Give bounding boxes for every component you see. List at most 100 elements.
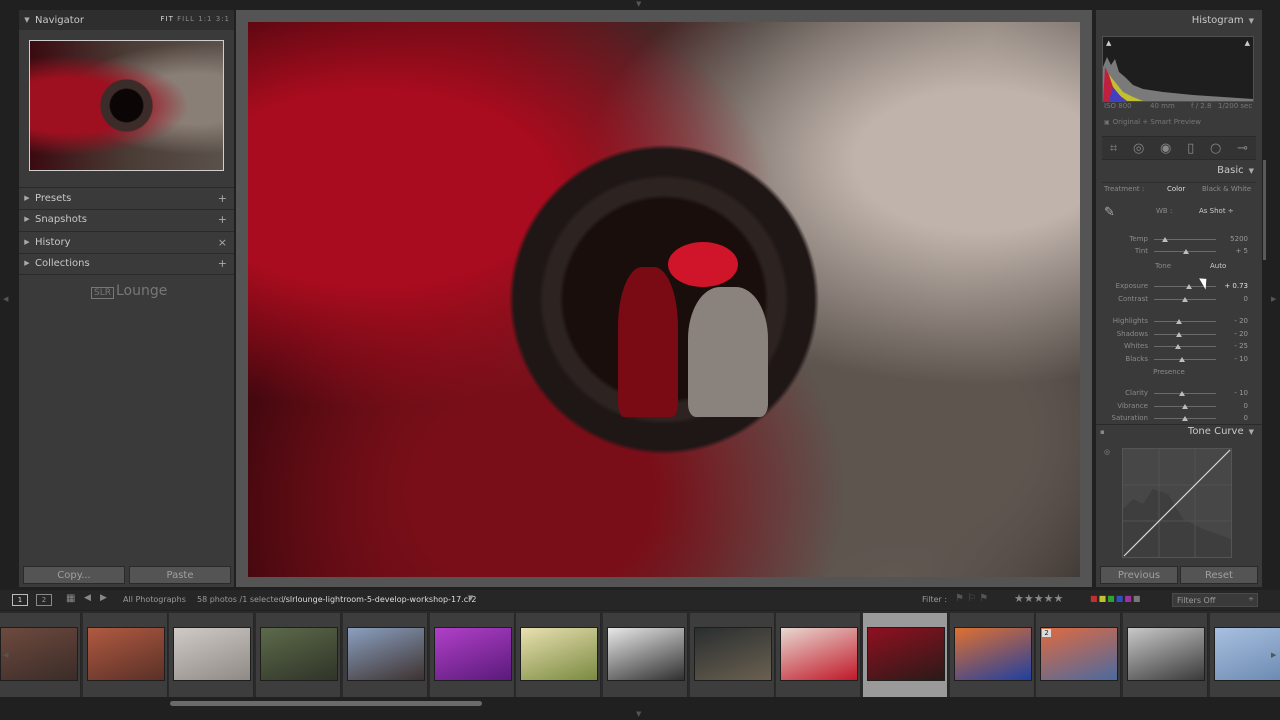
wb-eyedropper-icon[interactable]: ✎ bbox=[1104, 205, 1115, 220]
filmstrip-thumbnail[interactable] bbox=[86, 627, 165, 681]
slider-track-whites[interactable] bbox=[1154, 346, 1216, 347]
auto-tone-button[interactable]: Auto bbox=[1210, 262, 1226, 270]
slider-value-whites[interactable]: - 25 bbox=[1218, 342, 1248, 350]
slider-value-blacks[interactable]: - 10 bbox=[1218, 355, 1248, 363]
radial-filter-icon[interactable]: ○ bbox=[1210, 141, 1221, 156]
filmstrip-thumbnail[interactable] bbox=[346, 627, 425, 681]
filmstrip-cell[interactable] bbox=[689, 613, 775, 697]
main-photo[interactable] bbox=[248, 22, 1080, 577]
left-panel-toggle-icon[interactable]: ◀ bbox=[3, 295, 8, 303]
slider-knob-tint[interactable] bbox=[1183, 249, 1190, 254]
slider-knob-blacks[interactable] bbox=[1178, 357, 1185, 362]
slider-track-blacks[interactable] bbox=[1154, 359, 1216, 360]
slider-value-contrast[interactable]: 0 bbox=[1218, 295, 1248, 303]
filename[interactable]: /slrlounge-lightroom-5-develop-workshop-… bbox=[283, 595, 477, 604]
histogram-header[interactable]: Histogram ▼ bbox=[1192, 15, 1254, 26]
slider-knob-shadows[interactable] bbox=[1175, 332, 1182, 337]
filmstrip-scroll-thumb[interactable] bbox=[170, 701, 482, 706]
red-eye-icon[interactable]: ◉ bbox=[1160, 141, 1171, 156]
add-collection-icon[interactable]: + bbox=[218, 257, 227, 270]
shadow-clipping-icon[interactable]: ▲ bbox=[1106, 39, 1111, 47]
filmstrip-cell[interactable] bbox=[256, 613, 342, 697]
slider-knob-contrast[interactable] bbox=[1182, 297, 1188, 302]
slider-track-clarity[interactable] bbox=[1154, 393, 1216, 394]
filmstrip-thumbnail[interactable] bbox=[693, 627, 772, 681]
filmstrip-thumbnail[interactable] bbox=[606, 627, 685, 681]
filmstrip-cell[interactable] bbox=[1123, 613, 1209, 697]
filmstrip-thumbnail[interactable] bbox=[260, 627, 339, 681]
zoom-fill[interactable]: FILL bbox=[177, 15, 195, 23]
filmstrip-cell[interactable] bbox=[1209, 613, 1280, 697]
slider-value-temp[interactable]: 5200 bbox=[1218, 235, 1248, 243]
filmstrip-cell[interactable] bbox=[169, 613, 255, 697]
wb-select[interactable]: As Shot ÷ bbox=[1199, 207, 1234, 215]
histogram[interactable]: ▲ ▲ bbox=[1102, 36, 1254, 102]
filmstrip-cell[interactable] bbox=[0, 613, 81, 697]
bottom-panel-toggle-icon[interactable]: ▼ bbox=[636, 710, 641, 718]
slider-knob-whites[interactable] bbox=[1174, 344, 1181, 349]
slider-value-exposure[interactable]: + 0.73 bbox=[1218, 282, 1248, 290]
reset-button[interactable]: Reset bbox=[1180, 566, 1258, 584]
filmstrip-thumbnail[interactable] bbox=[433, 627, 512, 681]
target-adjust-icon[interactable]: ◎ bbox=[1104, 448, 1110, 456]
zoom-1-1[interactable]: 1:1 bbox=[198, 15, 212, 23]
navigator-preview[interactable] bbox=[29, 40, 224, 171]
flag-filter-icon[interactable]: ⚑ ⚐ ⚑ bbox=[955, 593, 988, 604]
color-label-filter[interactable]: ■■■■■■ bbox=[1090, 594, 1141, 603]
filmstrip-cell[interactable] bbox=[516, 613, 602, 697]
slider-value-clarity[interactable]: - 10 bbox=[1218, 389, 1248, 397]
previous-button[interactable]: Previous bbox=[1100, 566, 1178, 584]
forward-arrow-icon[interactable]: ▶ bbox=[100, 593, 107, 603]
filmstrip-cell[interactable] bbox=[429, 613, 515, 697]
filmstrip-left-icon[interactable]: ◀ bbox=[3, 651, 8, 659]
tone-curve-graph[interactable] bbox=[1122, 448, 1232, 558]
slider-knob-highlights[interactable] bbox=[1175, 319, 1182, 324]
top-panel-toggle-icon[interactable]: ▼ bbox=[636, 0, 641, 8]
highlight-clipping-icon[interactable]: ▲ bbox=[1245, 39, 1250, 47]
slider-knob-saturation[interactable] bbox=[1182, 416, 1188, 421]
clear-history-icon[interactable]: × bbox=[218, 236, 227, 249]
slider-value-tint[interactable]: + 5 bbox=[1218, 247, 1248, 255]
slider-value-highlights[interactable]: - 20 bbox=[1218, 317, 1248, 325]
treatment-bw-option[interactable]: Black & White bbox=[1202, 185, 1251, 193]
zoom-fit[interactable]: FIT bbox=[161, 15, 174, 23]
filmstrip-thumbnail[interactable] bbox=[867, 627, 945, 681]
window-2-button[interactable]: 2 bbox=[36, 594, 52, 606]
slider-track-shadows[interactable] bbox=[1154, 334, 1216, 335]
filmstrip-cell[interactable]: 2 bbox=[1036, 613, 1122, 697]
filmstrip-cell[interactable] bbox=[776, 613, 862, 697]
filmstrip-thumbnail[interactable] bbox=[520, 627, 599, 681]
slider-value-saturation[interactable]: 0 bbox=[1218, 414, 1248, 422]
filmstrip-thumbnail[interactable] bbox=[0, 627, 78, 681]
slider-value-shadows[interactable]: - 20 bbox=[1218, 330, 1248, 338]
filmstrip-thumbnail[interactable] bbox=[953, 627, 1032, 681]
slider-value-vibrance[interactable]: 0 bbox=[1218, 402, 1248, 410]
snapshots-header[interactable]: ▶ Snapshots + bbox=[19, 209, 234, 229]
stack-count-badge[interactable]: 2 bbox=[1042, 629, 1051, 637]
filter-preset-select[interactable]: Filters Off ÷ bbox=[1172, 593, 1258, 607]
filmstrip-thumbnail[interactable] bbox=[1127, 627, 1206, 681]
spot-removal-icon[interactable]: ◎ bbox=[1133, 141, 1144, 156]
source-label[interactable]: All Photographs bbox=[123, 595, 186, 604]
slider-knob-vibrance[interactable] bbox=[1182, 404, 1188, 409]
filmstrip-cell[interactable] bbox=[342, 613, 428, 697]
filmstrip-cell[interactable] bbox=[82, 613, 168, 697]
filmstrip-thumbnail[interactable] bbox=[173, 627, 252, 681]
tone-curve-header[interactable]: Tone Curve ▼ bbox=[1188, 426, 1254, 437]
filmstrip-cell[interactable] bbox=[863, 613, 948, 697]
presets-header[interactable]: ▶ Presets + bbox=[19, 188, 234, 208]
source-menu-icon[interactable]: ▼ bbox=[468, 594, 473, 602]
crop-tool-icon[interactable]: ⌗ bbox=[1110, 141, 1117, 156]
filmstrip-right-icon[interactable]: ▶ bbox=[1271, 651, 1276, 659]
right-panel-scrollbar[interactable] bbox=[1263, 160, 1266, 260]
star-filter-icon[interactable]: ★★★★★ bbox=[1014, 592, 1063, 605]
history-header[interactable]: ▶ History × bbox=[19, 232, 234, 252]
window-1-button[interactable]: 1 bbox=[12, 594, 28, 606]
adjustment-brush-icon[interactable]: ⊸ bbox=[1237, 141, 1248, 156]
graduated-filter-icon[interactable]: ▯ bbox=[1187, 141, 1194, 156]
grid-icon[interactable]: ▦ bbox=[66, 593, 75, 604]
filmstrip-thumbnail[interactable] bbox=[1040, 627, 1119, 681]
zoom-3-1[interactable]: 3:1 bbox=[216, 15, 230, 23]
slider-knob-exposure[interactable] bbox=[1185, 284, 1192, 289]
right-panel-toggle-icon[interactable]: ▶ bbox=[1271, 295, 1276, 303]
